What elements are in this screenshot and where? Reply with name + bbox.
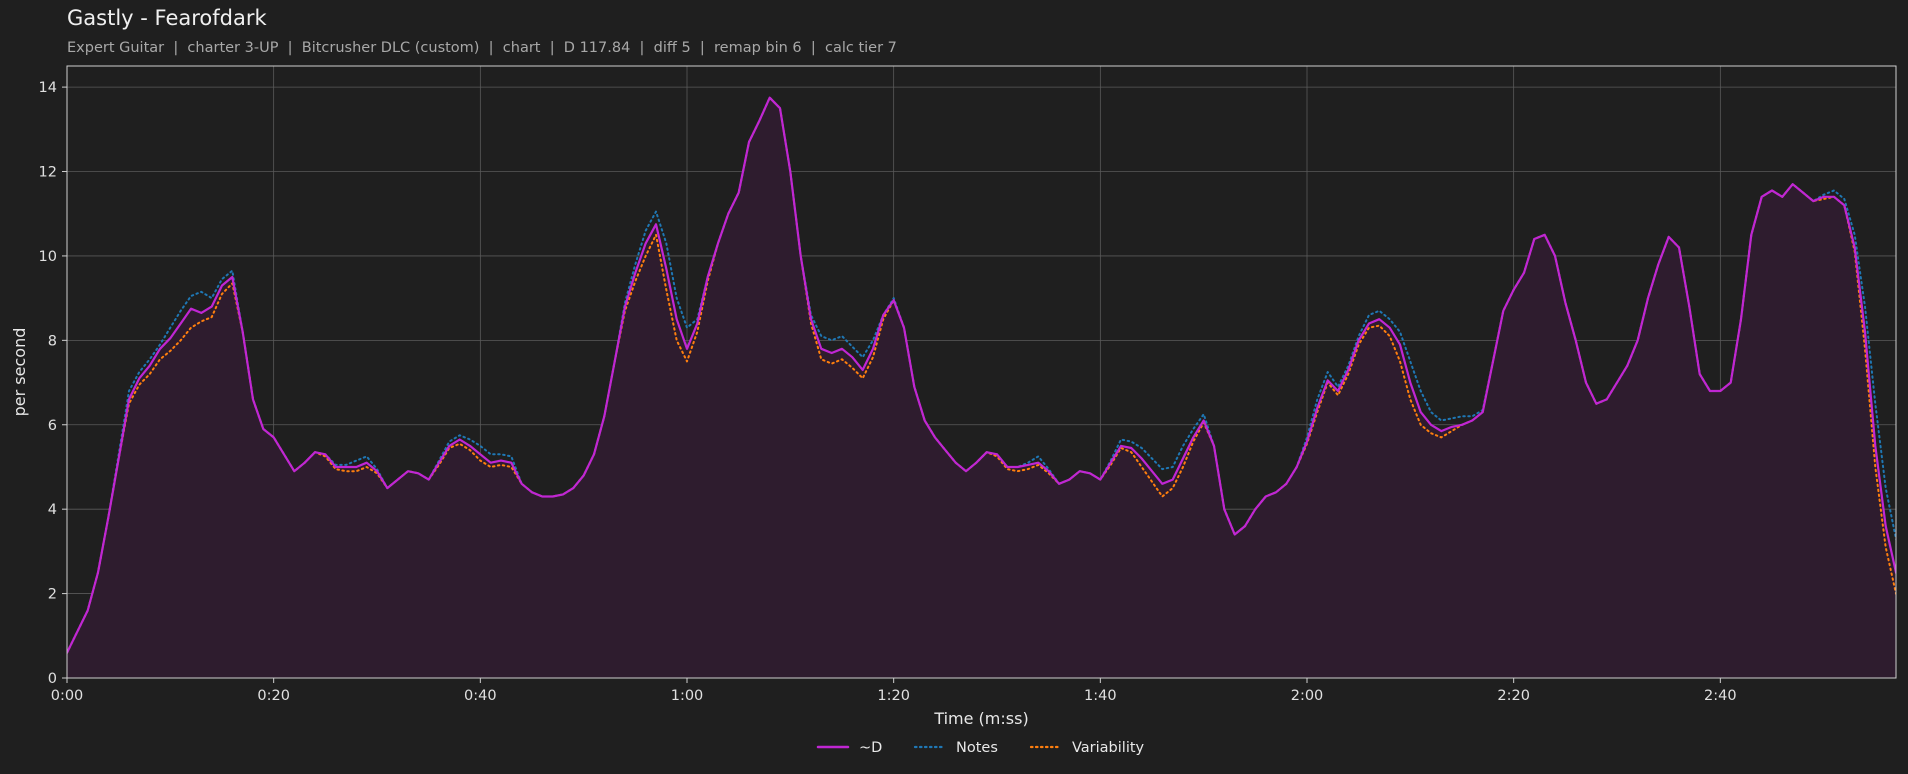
- y-tick-label: 2: [48, 587, 57, 603]
- x-tick-label: 2:40: [1704, 688, 1737, 704]
- legend-label-notes: Notes: [956, 740, 998, 756]
- y-tick-label: 6: [48, 418, 57, 434]
- y-tick-label: 8: [48, 333, 57, 349]
- legend: ~D Notes Variability: [816, 740, 1145, 756]
- legend-label-variability: Variability: [1072, 740, 1145, 756]
- x-tick-label: 1:20: [877, 688, 910, 704]
- y-tick-label: 14: [39, 80, 57, 96]
- line-chart: 0:00 0:20 0:40 1:00 1:20 1:40 2:00 2:20 2:40 0 2 4 6…: [10, 65, 1897, 756]
- y-tick-label: 0: [48, 671, 57, 687]
- x-tick-label: 0:20: [257, 688, 290, 704]
- x-tick-label: 0:00: [51, 688, 84, 704]
- y-axis-label: per second: [10, 328, 29, 417]
- fill-layer: [67, 97, 1896, 678]
- x-tick-label: 1:40: [1084, 688, 1117, 704]
- x-tick-label: 2:00: [1291, 688, 1324, 704]
- d-area-fill: [67, 97, 1896, 678]
- y-tick-label: 10: [39, 249, 57, 265]
- x-axis-label: Time (m:ss): [933, 709, 1028, 728]
- y-tick-label: 12: [39, 165, 57, 181]
- x-tick-label: 1:00: [671, 688, 704, 704]
- legend-label-d: ~D: [859, 740, 882, 756]
- y-tick-label: 4: [48, 502, 57, 518]
- x-tick-label: 0:40: [464, 688, 497, 704]
- x-tick-label: 2:20: [1497, 688, 1530, 704]
